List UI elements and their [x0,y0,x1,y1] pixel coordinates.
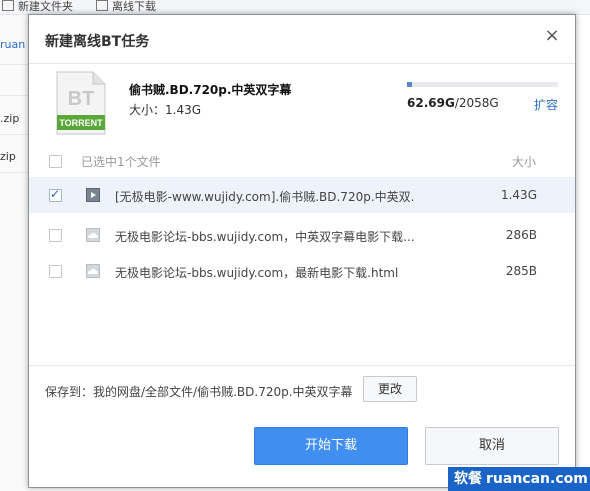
background-divider [0,172,28,173]
file-size: 1.43G [500,188,537,202]
file-name: 无极电影论坛-bbs.wujidy.com，中英双字幕电影下载.... [115,230,415,244]
quota-total: /2058G [454,96,499,110]
background-file-name[interactable]: zip [0,150,16,163]
new-bt-task-dialog: 新建离线BT任务 × BT TORRENT 偷书贼.BD.720p.中英双字幕 … [28,14,576,488]
background-file-name[interactable]: .zip [0,112,19,125]
background-divider [0,64,28,65]
torrent-name: 偷书贼.BD.720p.中英双字幕 [129,83,292,97]
file-name: 无极电影论坛-bbs.wujidy.com，最新电影下载.html [115,266,399,280]
quota-used: 62.69G [407,96,455,110]
list-divider [29,365,575,366]
change-path-button[interactable]: 更改 [363,376,417,402]
file-row[interactable]: 无极电影论坛-bbs.wujidy.com，最新电影下载.html 285B [29,253,575,289]
dialog-header: 新建离线BT任务 × [29,15,575,64]
cloud-file-icon [86,228,100,242]
background-divider [0,134,28,135]
expand-storage-link[interactable]: 扩容 [534,96,558,113]
start-download-button[interactable]: 开始下载 [254,427,408,465]
file-row[interactable]: 无极电影论坛-bbs.wujidy.com，中英双字幕电影下载.... 286B [29,217,575,253]
save-path: 保存到：我的网盘/全部文件/偷书贼.BD.720p.中英双字幕 [45,385,353,399]
torrent-icon-label: TORRENT [59,118,103,128]
dialog-title: 新建离线BT任务 [45,34,150,50]
file-checkbox[interactable] [49,229,62,242]
offline-download-button[interactable]: 离线下载 [96,0,156,13]
cancel-button[interactable]: 取消 [425,427,559,465]
new-folder-button[interactable]: 新建文件夹 [2,0,73,13]
video-file-icon [86,188,100,202]
background-link[interactable]: ruan [0,38,25,51]
background-toolbar: 新建文件夹 离线下载 [0,0,590,15]
file-row[interactable]: [无极电影-www.wujidy.com].偷书贼.BD.720p.中英双...… [29,177,575,213]
file-name: [无极电影-www.wujidy.com].偷书贼.BD.720p.中英双... [115,190,415,204]
storage-quota-bar [407,82,558,87]
background-file-list [0,15,28,491]
torrent-size: 大小：1.43G [129,103,202,117]
select-all-checkbox[interactable] [49,155,62,168]
watermark-cn: 软餐 [454,471,482,487]
storage-quota-text: 62.69G/2058G [407,96,499,110]
file-list-header: 已选中1个文件 大小 [29,145,575,177]
file-checkbox[interactable] [49,187,62,202]
file-size: 286B [505,228,537,242]
torrent-file-icon: BT TORRENT [56,71,106,135]
size-column-header: 大小 [512,155,537,169]
download-icon [96,0,108,11]
file-checkbox[interactable] [49,265,62,278]
selected-count-label: 已选中1个文件 [81,155,161,169]
watermark-en: ruancan.com [486,471,588,487]
watermark-logo: 软餐 ruancan.com [448,467,590,491]
background-divider [0,95,28,96]
storage-quota-fill [407,82,412,87]
folder-icon [2,0,14,11]
file-size: 285B [505,264,537,278]
cloud-file-icon [86,264,100,278]
torrent-icon-bt-text: BT [68,88,95,110]
close-icon[interactable]: × [543,27,561,45]
